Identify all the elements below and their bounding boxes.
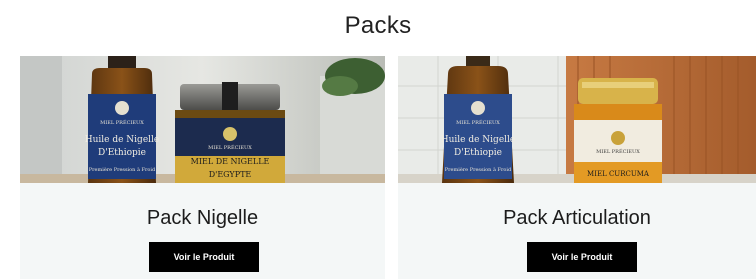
section-title: Packs [344,12,412,39]
bottle-brand-text: MIEL PRÉCIEUX [100,118,144,126]
bottle-label-line-3: Première Pression à Froid [89,166,156,173]
product-image-pack-nigelle[interactable]: MIEL PRÉCIEUX Huile de Nigelle D'Ethiopi… [20,56,385,183]
product-card-pack-nigelle[interactable]: MIEL PRÉCIEUX Huile de Nigelle D'Ethiopi… [20,56,385,279]
jar-label-line-1: MIEL DE NIGELLE [191,157,270,166]
jar-label-line-2: D'EGYPTE [209,170,252,179]
bottle-label-line-3: Première Pression à Froid [445,166,512,173]
bottle-brand-text: MIEL PRÉCIEUX [456,118,500,126]
view-product-button[interactable]: Voir le Produit [149,242,259,272]
bottle-label-line-2: D'Ethiopie [98,148,146,158]
view-product-button[interactable]: Voir le Produit [527,242,637,272]
jar-brand-text: MIEL PRÉCIEUX [208,143,252,151]
jar-brand-text: MIEL PRÉCIEUX [596,147,640,155]
bottle-label-line-1: Huile de Nigelle [85,135,159,145]
product-title[interactable]: Pack Articulation [398,207,756,230]
product-title[interactable]: Pack Nigelle [20,207,385,230]
product-card-pack-articulation[interactable]: MIEL PRÉCIEUX Huile de Nigelle D'Ethiopi… [398,56,756,279]
bottle-label-line-2: D'Ethiopie [454,148,502,158]
bottle-label-line-1: Huile de Nigelle [441,135,515,145]
jar-label-line-1: MIEL CURCUMA [587,170,650,178]
product-image-pack-articulation[interactable]: MIEL PRÉCIEUX Huile de Nigelle D'Ethiopi… [398,56,756,183]
